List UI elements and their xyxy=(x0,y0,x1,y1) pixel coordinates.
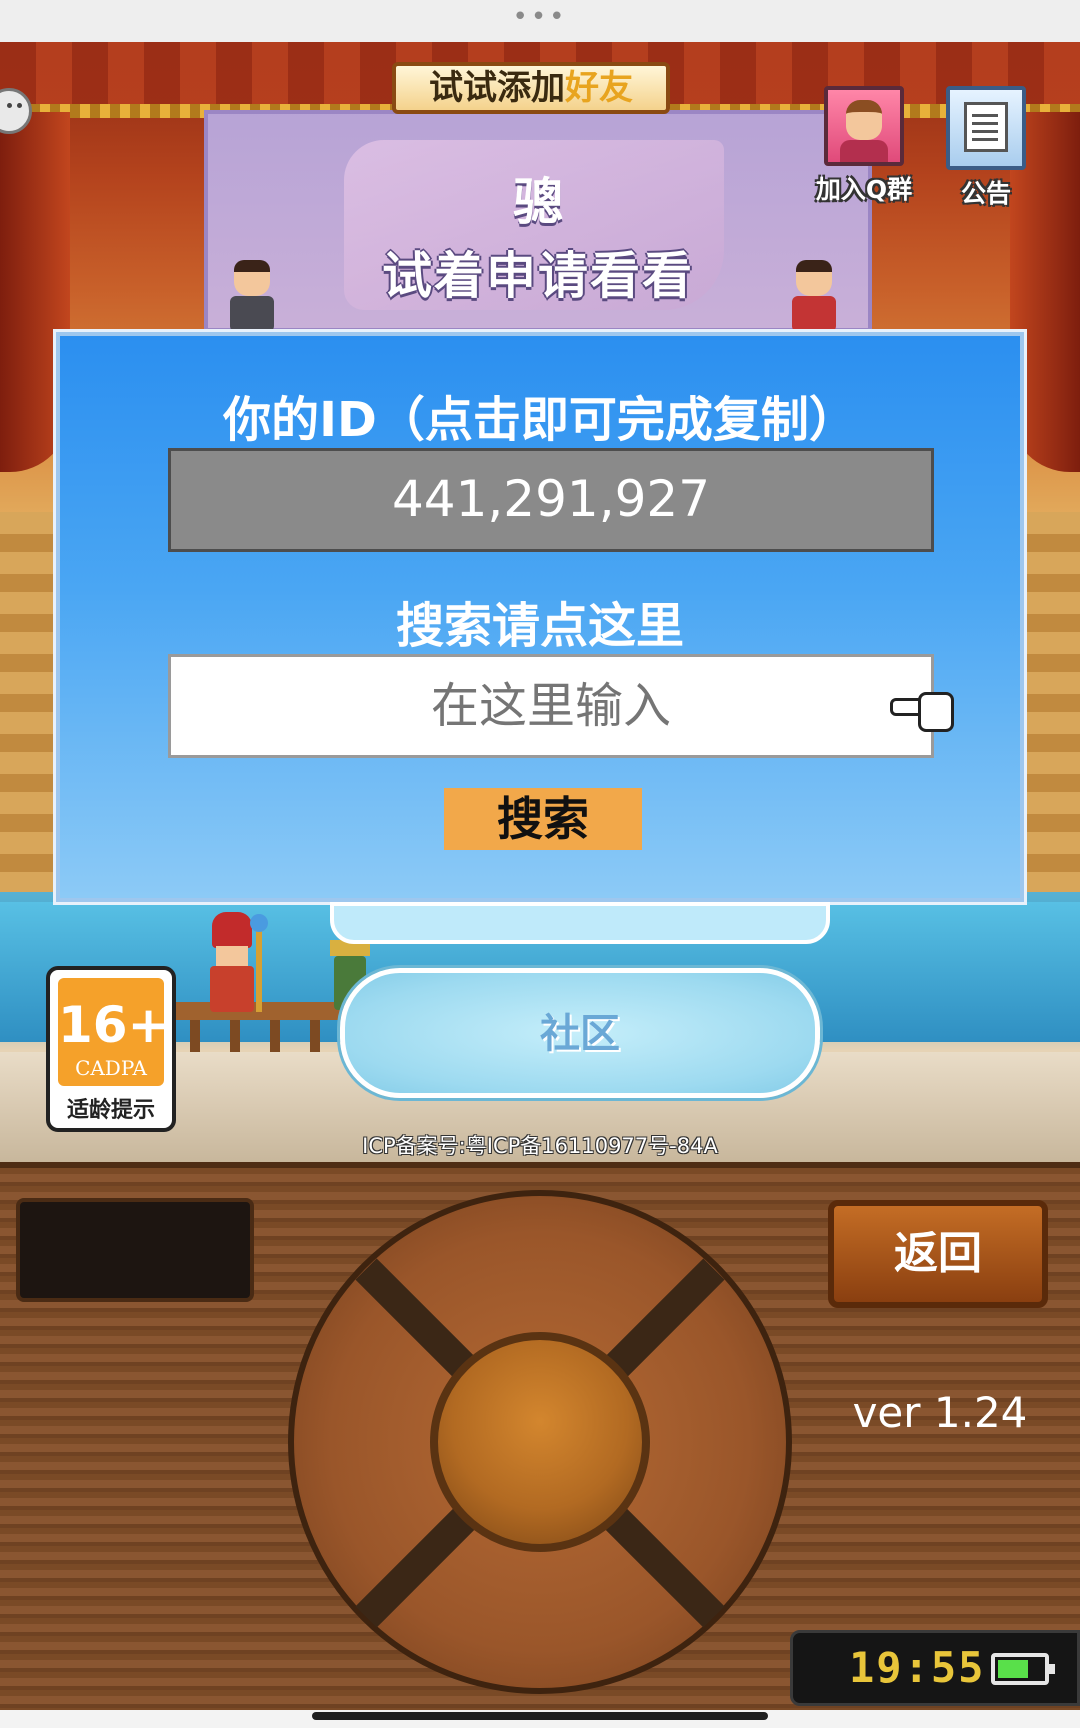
community-label: 社区 xyxy=(540,1011,620,1057)
top-bar: ••• xyxy=(0,0,1080,42)
user-id-copy-box[interactable]: 441,291,927 xyxy=(168,448,934,552)
notice-document-icon xyxy=(946,86,1026,170)
version-label: ver 1.24 xyxy=(852,1388,1028,1437)
notice-label: 公告 xyxy=(960,179,1011,208)
banner-title-prefix: 试试添加 xyxy=(429,68,565,108)
id-title: 你的ID（点击即可完成复制） xyxy=(223,392,857,448)
icp-license-text: ICP备案号:粤ICP备16110977号-84A xyxy=(362,1134,718,1158)
notice-button[interactable]: 公告 xyxy=(938,86,1034,208)
qq-group-label: 加入Q群 xyxy=(815,175,913,204)
back-button[interactable]: 返回 xyxy=(828,1200,1048,1308)
qq-group-icon xyxy=(824,86,904,166)
console-screen-slot xyxy=(16,1198,254,1302)
wooden-console: 返回 ver 1.24 19:55 xyxy=(0,1162,1080,1710)
age-rating-tip: 适龄提示 xyxy=(66,1098,155,1123)
clock-time: 19:55 xyxy=(849,1643,986,1692)
friend-name: 骢 xyxy=(513,173,563,231)
clock-panel: 19:55 xyxy=(790,1630,1080,1706)
friend-search-input[interactable] xyxy=(168,654,934,758)
join-qq-group-button[interactable]: 加入Q群 xyxy=(816,86,912,206)
sand-wall-right xyxy=(1020,512,1080,892)
character-sprite-right xyxy=(786,260,842,332)
friend-search-dialog: 你的ID（点击即可完成复制） 441,291,927 搜索请点这里 搜索 xyxy=(53,329,1027,905)
dpad-center-button[interactable] xyxy=(430,1332,650,1552)
sand-wall-left xyxy=(0,512,60,892)
guard-character-sprite xyxy=(206,912,268,1012)
age-rating-number: 16+ xyxy=(58,996,170,1054)
friend-banner-title: 试试添加好友 xyxy=(392,62,670,114)
friend-message: 试着申请看看 xyxy=(382,247,694,305)
age-rating-badge: 16+ CADPA 适龄提示 xyxy=(46,966,176,1132)
home-indicator[interactable] xyxy=(312,1712,768,1720)
cloud-decoration xyxy=(330,902,830,944)
search-button[interactable]: 搜索 xyxy=(444,788,642,850)
community-button[interactable]: 社区 xyxy=(340,968,820,1098)
more-menu-icon[interactable]: ••• xyxy=(0,2,1080,32)
pointing-hand-icon xyxy=(890,688,954,732)
character-sprite-left xyxy=(224,260,280,332)
dpad-control[interactable] xyxy=(288,1190,792,1694)
age-rating-org: CADPA xyxy=(75,1056,147,1080)
banner-title-highlight: 好友 xyxy=(565,68,633,108)
battery-icon xyxy=(991,1653,1055,1685)
search-title: 搜索请点这里 xyxy=(395,598,684,654)
age-rating-panel: 16+ CADPA xyxy=(58,978,170,1086)
